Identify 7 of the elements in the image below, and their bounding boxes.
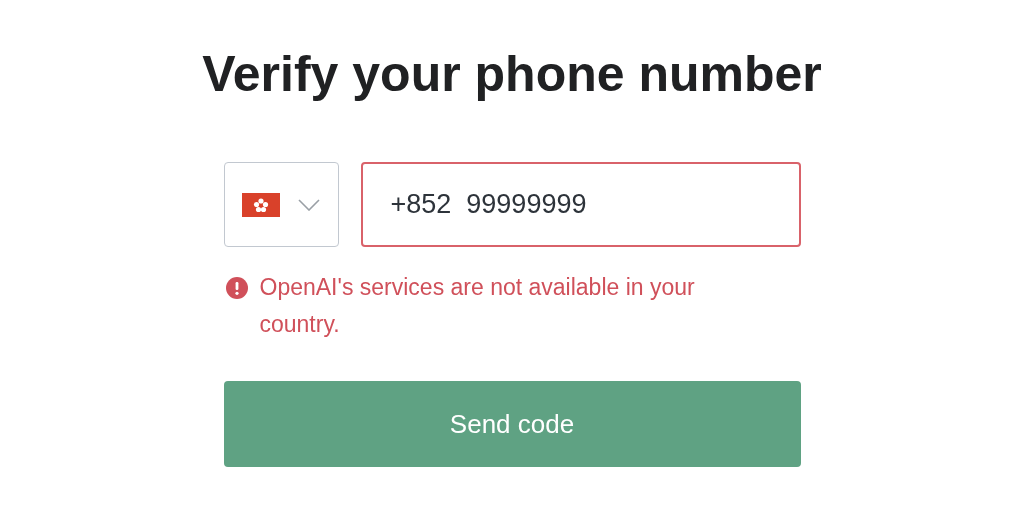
country-selector[interactable] bbox=[223, 162, 339, 247]
chevron-down-icon bbox=[298, 198, 320, 211]
page-title: Verify your phone number bbox=[202, 45, 822, 104]
phone-input-field[interactable]: +852 99999999 bbox=[360, 162, 801, 247]
error-icon bbox=[225, 277, 248, 299]
flag-icon bbox=[242, 192, 280, 217]
error-message: OpenAI's services are not available in your country. bbox=[259, 273, 696, 339]
